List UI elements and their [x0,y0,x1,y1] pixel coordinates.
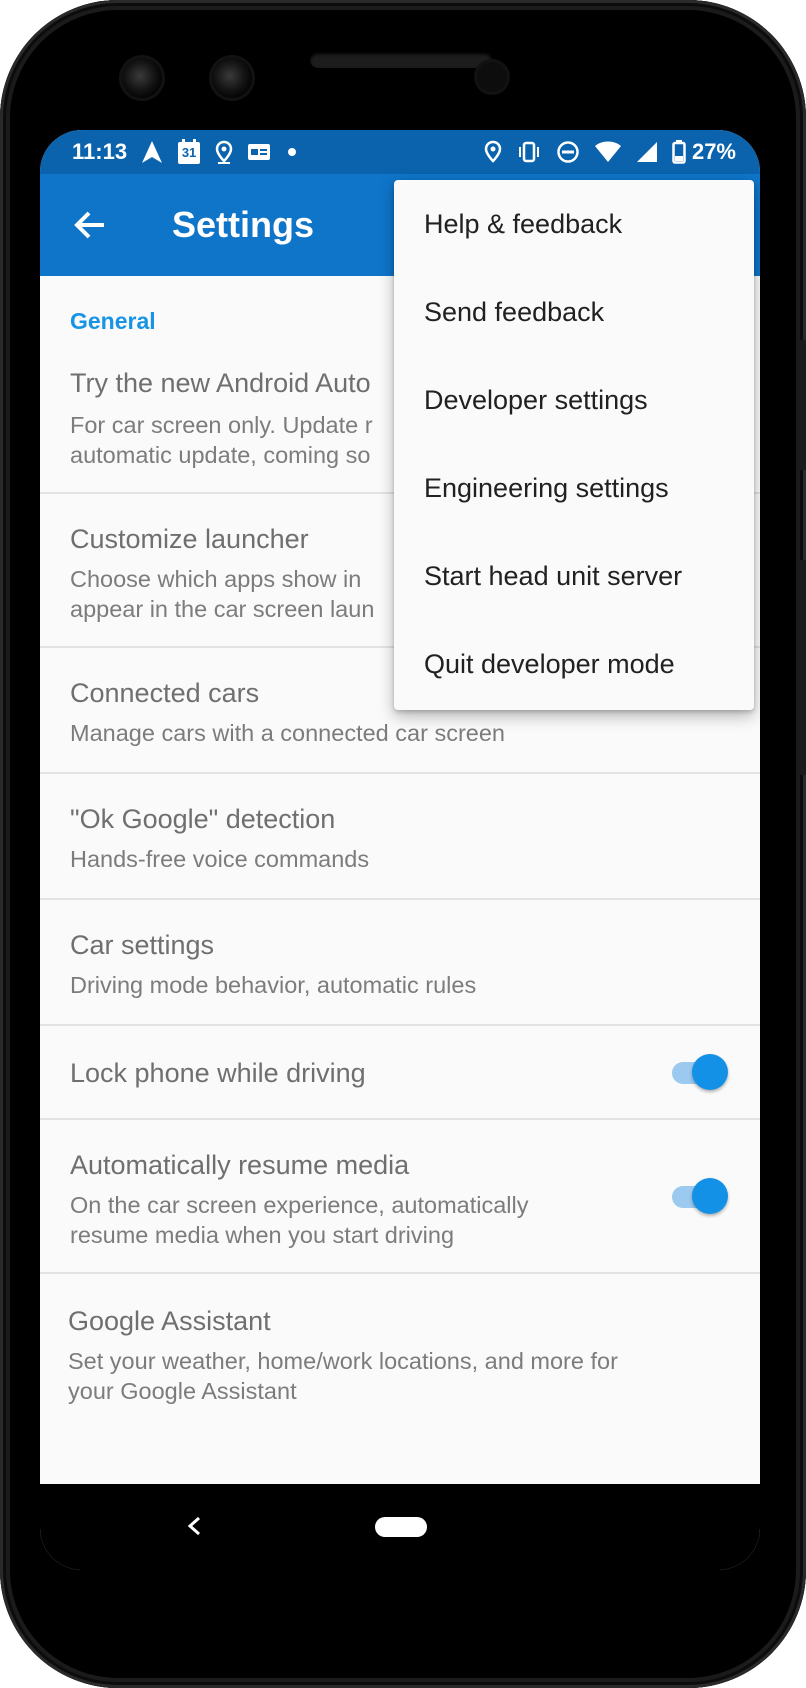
phone-frame: 11:13 31 27% Settings General Try the ne… [0,0,806,1688]
back-button[interactable] [40,174,140,276]
setting-item-car-settings[interactable]: Car settings Driving mode behavior, auto… [40,900,760,1026]
earpiece-speaker [310,52,492,68]
setting-title: Car settings [70,930,215,960]
battery-icon [672,140,686,164]
setting-title: "Ok Google" detection [70,804,336,834]
setting-item-automatically-resume-media[interactable]: Automatically resume media On the car sc… [40,1120,760,1274]
setting-title: Automatically resume media [70,1150,410,1180]
front-camera-icon [212,58,252,98]
arrow-back-icon [74,211,104,239]
do-not-disturb-icon [556,140,580,164]
gmail-icon [247,143,271,161]
status-bar: 11:13 31 27% [40,130,760,174]
setting-subtitle: Hands-free voice commands [70,846,370,872]
nav-back-button[interactable] [174,1506,214,1546]
location-icon [215,140,233,164]
menu-item-start-head-unit-server[interactable]: Start head unit server [394,532,754,620]
setting-item-google-assistant[interactable]: Google Assistant Set your weather, home/… [40,1274,760,1434]
setting-subtitle: your Google Assistant [68,1378,297,1404]
menu-item-help-feedback[interactable]: Help & feedback [394,180,754,268]
setting-title: Connected cars [70,678,260,708]
setting-item-lock-phone-while-driving[interactable]: Lock phone while driving [40,1026,760,1120]
setting-subtitle: appear in the car screen laun [70,596,375,622]
setting-subtitle: Set your weather, home/work locations, a… [68,1348,618,1374]
setting-title: Lock phone while driving [70,1058,366,1088]
setting-subtitle: Choose which apps show in [70,566,362,592]
setting-subtitle: Driving mode behavior, automatic rules [70,972,477,998]
volume-button [798,340,806,470]
setting-subtitle: Manage cars with a connected car screen [70,720,505,746]
menu-item-send-feedback[interactable]: Send feedback [394,268,754,356]
section-header-general: General [70,308,156,334]
screen: 11:13 31 27% Settings General Try the ne… [40,130,760,1570]
battery-percent: 27% [691,139,736,164]
sensor-icon [477,62,507,92]
menu-item-developer-settings[interactable]: Developer settings [394,356,754,444]
toggle-thumb [692,1054,728,1090]
front-camera-icon [122,58,162,98]
lock-phone-toggle[interactable] [668,1052,728,1092]
calendar-day: 31 [181,145,197,160]
setting-subtitle: On the car screen experience, automatica… [70,1192,529,1218]
navigation-icon [141,140,163,164]
wifi-icon [594,141,622,163]
resume-media-toggle[interactable] [668,1176,728,1216]
setting-item-ok-google-detection[interactable]: "Ok Google" detection Hands-free voice c… [40,774,760,900]
toggle-thumb [692,1178,728,1214]
menu-item-engineering-settings[interactable]: Engineering settings [394,444,754,532]
page-title: Settings [172,204,315,245]
navigation-bar [40,1484,760,1570]
setting-subtitle: For car screen only. Update r [70,412,373,438]
nav-back-icon [187,1516,200,1536]
calendar-icon: 31 [177,139,201,165]
location-icon [484,140,502,164]
setting-title: Google Assistant [68,1306,271,1336]
nav-home-pill[interactable] [375,1517,427,1537]
menu-item-quit-developer-mode[interactable]: Quit developer mode [394,620,754,708]
setting-subtitle: automatic update, coming so [70,442,371,468]
setting-title: Customize launcher [70,524,309,554]
dot-icon [285,145,299,159]
overflow-menu: Help & feedback Send feedback Developer … [394,180,754,710]
signal-icon [636,141,658,163]
power-button [798,560,806,775]
setting-title: Try the new Android Auto [70,368,371,398]
vibrate-icon [516,141,542,163]
status-time: 11:13 [72,139,128,164]
setting-subtitle: resume media when you start driving [70,1222,455,1248]
